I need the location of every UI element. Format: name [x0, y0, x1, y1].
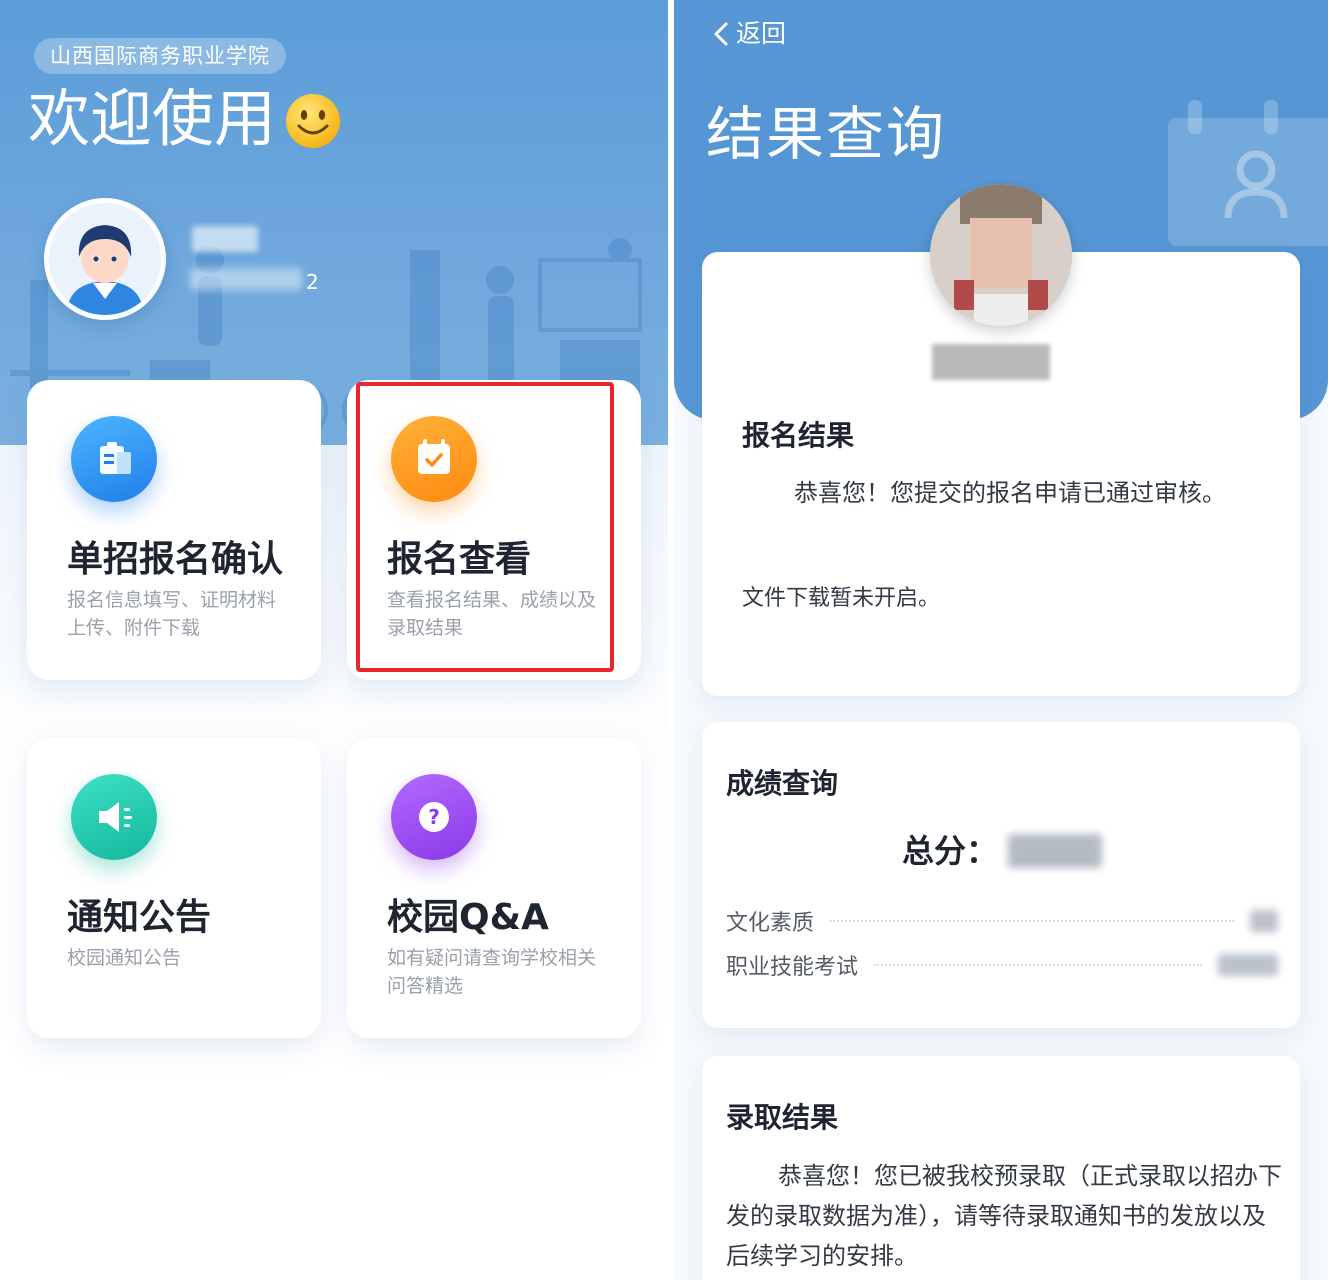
user-avatar[interactable]	[44, 198, 166, 320]
student-photo-redacted	[930, 184, 1072, 326]
home-screen: 山西国际商务职业学院 欢迎使用 2 单招报名确认 报名信息填写、证明材料上传、附…	[0, 0, 668, 1280]
score-value-redacted	[1250, 910, 1278, 932]
score-query-title: 成绩查询	[726, 767, 839, 800]
score-value-redacted	[1218, 954, 1278, 976]
score-row-culture: 文化素质	[726, 906, 1278, 936]
admission-result-card: 录取结果 恭喜您！您已被我校预录取（正式录取以招办下发的录取数据为准），请等待录…	[702, 1056, 1300, 1280]
admission-result-title: 录取结果	[726, 1101, 839, 1134]
question-icon: ?	[391, 774, 477, 860]
card-campus-qa[interactable]: ? 校园Q&A 如有疑问请查询学校相关问答精选	[347, 738, 641, 1038]
score-row-label: 职业技能考试	[726, 955, 859, 980]
total-score-redacted	[1008, 834, 1102, 868]
user-id-redacted	[190, 268, 302, 290]
card-title: 通知公告	[67, 897, 212, 938]
speaker-icon	[71, 774, 157, 860]
result-screen: 返回 结果查询 报名结果 恭喜您！您提交的报名申请已通过审核。 文件下载暂未开启…	[674, 0, 1328, 1280]
score-row-skill-exam: 职业技能考试	[726, 950, 1278, 980]
user-name-redacted	[192, 226, 258, 252]
user-id-suffix: 2	[306, 270, 319, 294]
card-announcements[interactable]: 通知公告 校园通知公告	[27, 738, 321, 1038]
score-query-card: 成绩查询 总分： 文化素质 职业技能考试	[702, 722, 1300, 1028]
chevron-left-icon	[714, 22, 728, 46]
admission-result-message: 恭喜您！您已被我校预录取（正式录取以招办下发的录取数据为准），请等待录取通知书的…	[726, 1162, 1282, 1270]
back-button[interactable]: 返回	[706, 14, 786, 54]
back-label: 返回	[736, 19, 787, 48]
card-desc: 如有疑问请查询学校相关问答精选	[387, 947, 597, 997]
download-note: 文件下载暂未开启。	[742, 586, 941, 611]
card-title: 校园Q&A	[387, 897, 549, 938]
page-title: 结果查询	[706, 100, 947, 168]
card-desc: 报名信息填写、证明材料上传、附件下载	[67, 589, 277, 639]
school-name-badge: 山西国际商务职业学院	[34, 38, 286, 74]
card-registration-confirm[interactable]: 单招报名确认 报名信息填写、证明材料上传、附件下载	[27, 380, 321, 680]
registration-result-title: 报名结果	[742, 419, 855, 452]
welcome-title: 欢迎使用	[28, 82, 277, 155]
score-row-label: 文化素质	[726, 911, 815, 936]
total-score-label: 总分：	[902, 832, 999, 870]
student-name-redacted	[932, 344, 1050, 380]
svg-text:?: ?	[428, 805, 440, 829]
dotted-leader	[874, 964, 1202, 966]
smiley-icon	[286, 94, 340, 148]
highlight-annotation-box	[356, 382, 614, 672]
avatar-person-icon	[49, 203, 161, 315]
clipboard-icon	[71, 416, 157, 502]
dotted-leader	[830, 920, 1234, 922]
calendar-user-icon	[1168, 100, 1328, 246]
registration-result-message: 恭喜您！您提交的报名申请已通过审核。	[794, 479, 1226, 507]
card-desc: 校园通知公告	[67, 947, 182, 969]
card-title: 单招报名确认	[67, 539, 284, 580]
